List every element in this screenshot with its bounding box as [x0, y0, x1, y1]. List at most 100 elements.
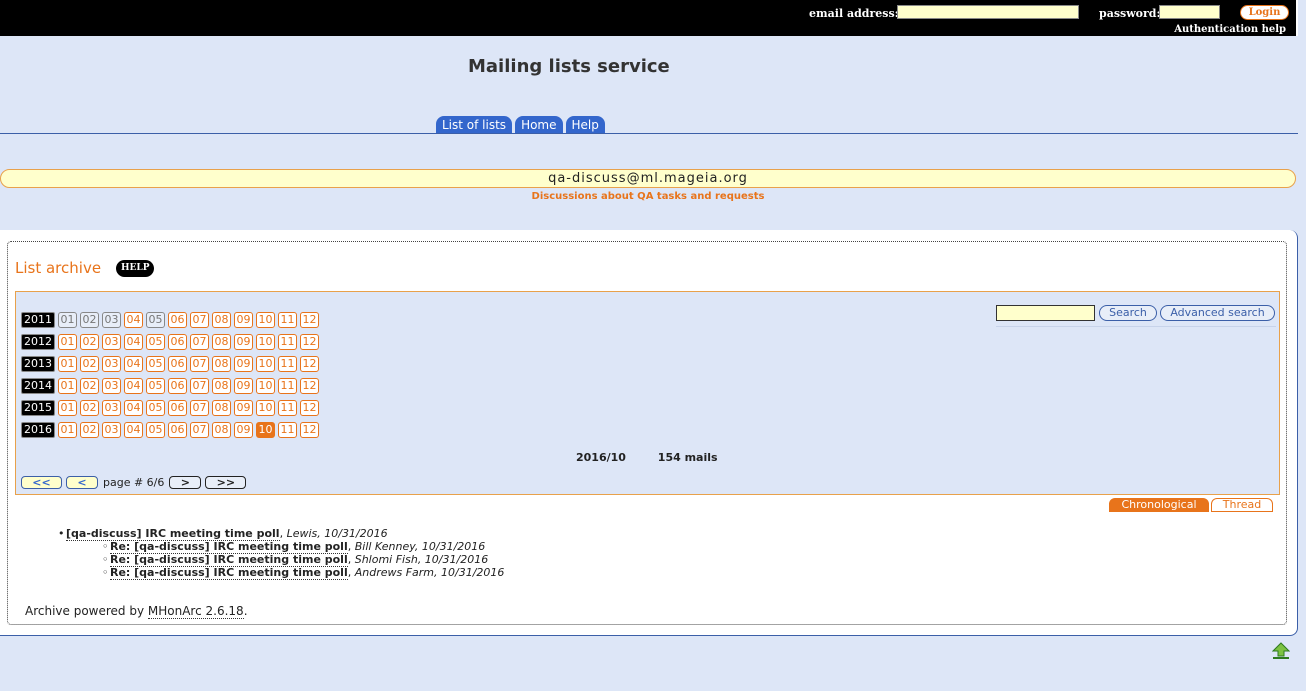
month-link[interactable]: 03 [102, 400, 121, 416]
authentication-help-link[interactable]: Authentication help [1174, 24, 1286, 35]
tab-help[interactable]: Help [565, 116, 605, 134]
month-link[interactable]: 08 [212, 400, 231, 416]
month-link[interactable]: 10 [256, 312, 275, 328]
month-link[interactable]: 02 [80, 378, 99, 394]
message-subject-link[interactable]: Re: [qa-discuss] IRC meeting time poll [110, 566, 348, 580]
month-link: 03 [102, 312, 121, 328]
month-link[interactable]: 12 [300, 356, 319, 372]
month-link[interactable]: 08 [212, 334, 231, 350]
up-arrow-icon[interactable] [1272, 642, 1290, 660]
month-link[interactable]: 04 [124, 312, 143, 328]
month-link[interactable]: 12 [300, 400, 319, 416]
advanced-search-button[interactable]: Advanced search [1160, 305, 1275, 321]
tab-list-of-lists[interactable]: List of lists [436, 116, 513, 134]
month-link[interactable]: 09 [234, 400, 253, 416]
month-link[interactable]: 09 [234, 312, 253, 328]
month-link[interactable]: 01 [58, 334, 77, 350]
pager: << < page # 6/6 > >> [21, 476, 247, 489]
disc-bullet-icon: • [58, 527, 65, 540]
month-link[interactable]: 07 [190, 312, 209, 328]
list-item: • [qa-discuss] IRC meeting time poll, Lew… [58, 527, 504, 541]
message-subject-link[interactable]: Re: [qa-discuss] IRC meeting time poll [110, 540, 348, 554]
password-field[interactable] [1159, 5, 1220, 19]
month-link[interactable]: 07 [190, 400, 209, 416]
mhonarc-link[interactable]: MHonArc 2.6.18 [147, 604, 244, 619]
login-button[interactable]: Login [1240, 5, 1289, 20]
month-link[interactable]: 05 [146, 400, 165, 416]
month-link[interactable]: 09 [234, 422, 253, 438]
month-link[interactable]: 11 [278, 356, 297, 372]
month-link[interactable]: 01 [58, 378, 77, 394]
message-subject-link[interactable]: [qa-discuss] IRC meeting time poll [66, 527, 280, 541]
month-link[interactable]: 01 [58, 422, 77, 438]
month-link[interactable]: 04 [124, 422, 143, 438]
month-link[interactable]: 07 [190, 334, 209, 350]
first-page-button[interactable]: << [21, 476, 62, 489]
month-link[interactable]: 11 [278, 312, 297, 328]
month-link[interactable]: 11 [278, 378, 297, 394]
month-link[interactable]: 01 [58, 400, 77, 416]
message-subject-link[interactable]: Re: [qa-discuss] IRC meeting time poll [110, 553, 348, 567]
month-link[interactable]: 10 [256, 378, 275, 394]
tab-chronological[interactable]: Chronological [1109, 498, 1209, 512]
month-link[interactable]: 07 [190, 356, 209, 372]
month-link[interactable]: 10 [256, 334, 275, 350]
month-link[interactable]: 04 [124, 356, 143, 372]
current-month: 2016/10 [576, 451, 626, 464]
month-link[interactable]: 11 [278, 334, 297, 350]
month-link[interactable]: 02 [80, 334, 99, 350]
month-link[interactable]: 06 [168, 312, 187, 328]
month-link[interactable]: 07 [190, 422, 209, 438]
month-link[interactable]: 08 [212, 422, 231, 438]
next-page-button[interactable]: > [169, 476, 202, 489]
month-link[interactable]: 11 [278, 400, 297, 416]
tab-home[interactable]: Home [515, 116, 563, 134]
month-link[interactable]: 10 [256, 400, 275, 416]
month-link[interactable]: 11 [278, 422, 297, 438]
search-input[interactable] [996, 305, 1095, 321]
month-link[interactable]: 09 [234, 356, 253, 372]
previous-page-button[interactable]: < [66, 476, 98, 489]
month-link[interactable]: 07 [190, 378, 209, 394]
month-link[interactable]: 04 [124, 378, 143, 394]
month-link[interactable]: 03 [102, 422, 121, 438]
month-link[interactable]: 03 [102, 356, 121, 372]
month-link[interactable]: 06 [168, 422, 187, 438]
search-button[interactable]: Search [1099, 305, 1157, 321]
month-link[interactable]: 12 [300, 422, 319, 438]
month-link[interactable]: 05 [146, 356, 165, 372]
email-field[interactable] [897, 5, 1079, 19]
month-link[interactable]: 01 [58, 356, 77, 372]
tab-thread[interactable]: Thread [1211, 498, 1273, 512]
month-link[interactable]: 12 [300, 378, 319, 394]
month-link[interactable]: 08 [212, 378, 231, 394]
month-link[interactable]: 05 [146, 378, 165, 394]
month-link[interactable]: 08 [212, 312, 231, 328]
month-link[interactable]: 10 [256, 356, 275, 372]
month-link: 05 [146, 312, 165, 328]
month-link[interactable]: 10 [256, 422, 275, 438]
month-link[interactable]: 02 [80, 422, 99, 438]
month-link[interactable]: 06 [168, 356, 187, 372]
month-link[interactable]: 05 [146, 334, 165, 350]
month-link[interactable]: 02 [80, 400, 99, 416]
month-link[interactable]: 03 [102, 378, 121, 394]
month-link[interactable]: 06 [168, 400, 187, 416]
separator: , [347, 540, 355, 553]
month-link[interactable]: 09 [234, 334, 253, 350]
month-link[interactable]: 04 [124, 334, 143, 350]
last-page-button[interactable]: >> [205, 476, 247, 489]
year-row: 2012 01 02 03 04 05 06 07 08 09 10 11 12 [21, 334, 319, 350]
month-link[interactable]: 06 [168, 334, 187, 350]
month-link[interactable]: 02 [80, 356, 99, 372]
month-link[interactable]: 05 [146, 422, 165, 438]
month-link[interactable]: 03 [102, 334, 121, 350]
month-link[interactable]: 12 [300, 312, 319, 328]
month-link[interactable]: 04 [124, 400, 143, 416]
month-link[interactable]: 08 [212, 356, 231, 372]
month-link[interactable]: 06 [168, 378, 187, 394]
list-address-banner: qa-discuss@ml.mageia.org [0, 169, 1296, 188]
help-badge[interactable]: HELP [116, 260, 155, 277]
month-link[interactable]: 09 [234, 378, 253, 394]
month-link[interactable]: 12 [300, 334, 319, 350]
